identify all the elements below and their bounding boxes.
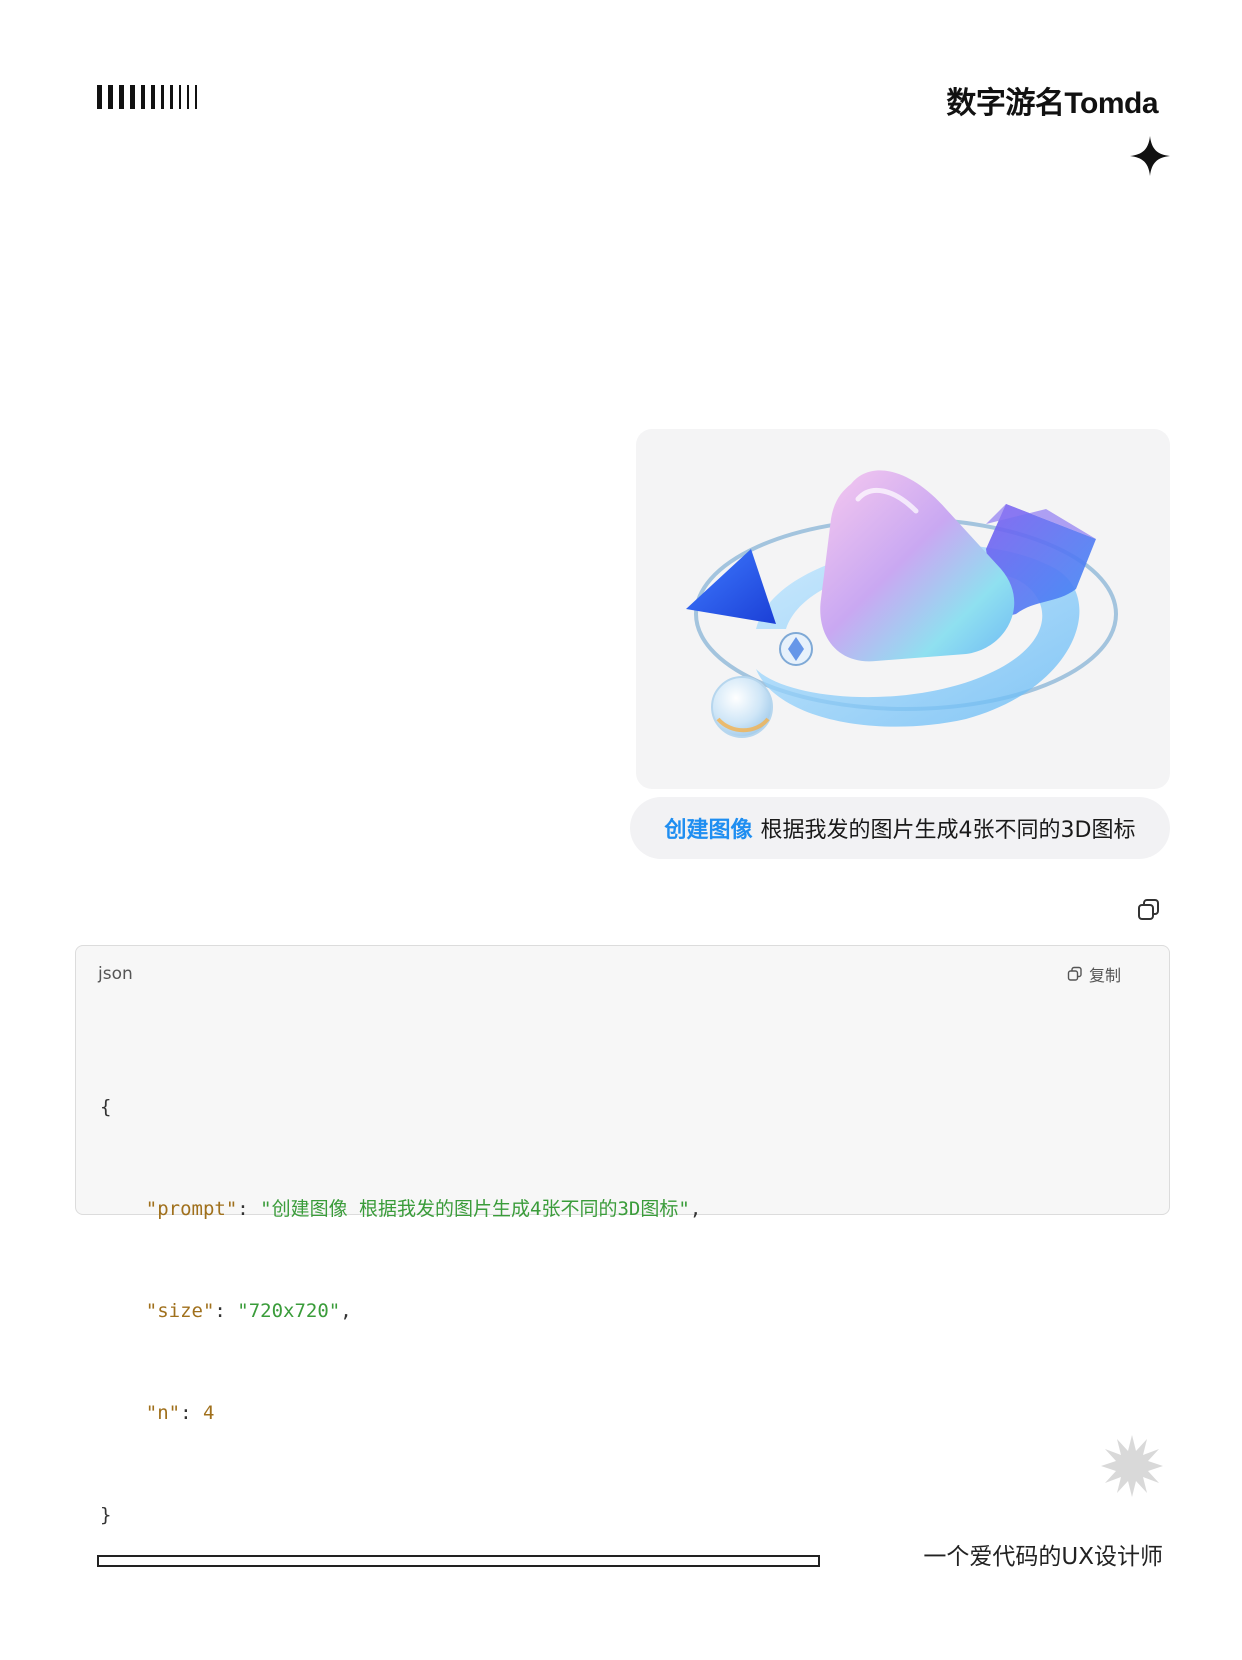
brand-title: 数字游名Tomda	[946, 87, 1158, 120]
3d-shapes-illustration	[686, 470, 1118, 738]
code-open-brace: {	[100, 1096, 112, 1118]
json-value: "创建图像 根据我发的图片生成4张不同的3D图标"	[260, 1198, 690, 1220]
json-sep: :	[180, 1402, 203, 1424]
json-sep: :	[214, 1300, 238, 1322]
json-tail: ,	[340, 1300, 352, 1322]
starburst-icon	[1101, 1435, 1163, 1497]
code-block: json 复制 { "prompt": "创建图像 根据我发的图片生成4张不同的…	[75, 945, 1170, 1526]
code-copy-button[interactable]: 复制	[1067, 962, 1121, 986]
prompt-text: 根据我发的图片生成4张不同的3D图标	[760, 818, 1136, 843]
code-language-label: json	[98, 964, 133, 984]
json-tail: ,	[689, 1198, 702, 1220]
code-line-n: "n": 4	[100, 1396, 701, 1430]
code-content: { "prompt": "创建图像 根据我发的图片生成4张不同的3D图标", "…	[100, 1022, 701, 1600]
prompt-command[interactable]: 创建图像	[665, 812, 753, 844]
copy-icon	[1067, 966, 1082, 981]
json-value: "720x720"	[237, 1300, 341, 1322]
footer-tagline: 一个爱代码的UX设计师	[923, 1544, 1163, 1570]
code-line-size: "size": "720x720",	[100, 1294, 701, 1328]
code-close-brace: }	[100, 1504, 112, 1526]
json-key: "n"	[145, 1402, 181, 1424]
footer-bar-decoration	[97, 1555, 820, 1567]
code-line-prompt: "prompt": "创建图像 根据我发的图片生成4张不同的3D图标",	[100, 1192, 702, 1226]
user-prompt-bubble: 创建图像 根据我发的图片生成4张不同的3D图标	[630, 797, 1170, 859]
sparkle-icon	[1130, 136, 1170, 176]
barcode-decoration	[97, 85, 197, 109]
attached-image[interactable]	[636, 429, 1170, 789]
json-sep: :	[237, 1198, 261, 1220]
json-key: "size"	[145, 1300, 215, 1322]
json-value: 4	[202, 1402, 215, 1424]
code-copy-label: 复制	[1088, 966, 1121, 985]
json-key: "prompt"	[145, 1198, 238, 1220]
copy-icon[interactable]	[1136, 897, 1162, 923]
